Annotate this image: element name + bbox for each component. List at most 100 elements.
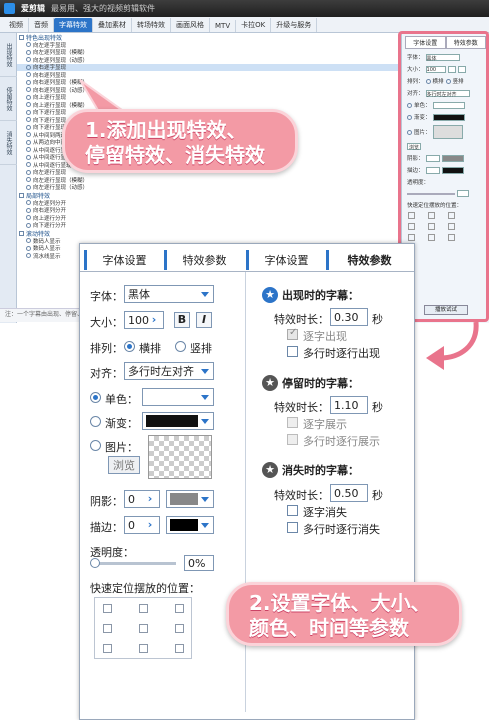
menu-upgrade[interactable]: 升级与服务 [271,18,318,32]
gradient-radio[interactable] [90,416,101,427]
position-cell[interactable] [175,604,184,613]
sec-unit: 秒 [372,313,383,326]
vertical-radio[interactable] [175,341,186,352]
stroke-arrow-icon[interactable]: › [144,519,156,531]
star-icon: ★ [262,287,278,303]
shadow-arrow-icon[interactable]: › [144,493,156,505]
vanish-char-checkbox[interactable] [287,505,298,516]
list-group-header[interactable]: 滚动特效 [17,229,401,238]
appear-line-label: 多行时逐行出现 [303,347,380,360]
appear-char-checkbox[interactable] [287,327,298,340]
radio-icon [26,222,31,228]
appear-section-title: ★ 出现时的字幕： [262,287,359,303]
stay-duration-label: 特效时长： [274,401,329,414]
opacity-slider[interactable] [92,562,176,565]
radio-icon [26,64,31,70]
tab-font-settings-2[interactable]: 字体设置 [246,250,324,270]
tab-font-settings[interactable]: 字体设置 [84,250,162,270]
radio-icon [26,169,31,175]
sec-unit: 秒 [372,401,383,414]
shadow-color-select[interactable] [166,490,214,508]
appear-char-label: 逐字出现 [303,330,347,343]
menu-mtv[interactable]: MTV [210,20,237,32]
star-icon: ★ [262,375,278,391]
list-item[interactable]: 向下逐行分开 [17,222,401,229]
tab-effect-params-2[interactable]: 特效参数 [326,250,410,270]
radio-icon [26,207,31,213]
italic-button[interactable]: I [196,312,212,328]
collapse-icon [19,192,24,198]
radio-icon [26,72,31,78]
stay-duration-input[interactable]: 1.10 [330,396,368,414]
menu-subtitle-effects[interactable]: 字幕特效 [54,18,93,32]
menu-karaoke[interactable]: 卡拉OK [236,18,272,32]
position-cell[interactable] [103,624,112,633]
font-select[interactable]: 黑体 [124,285,214,303]
radio-icon [26,215,31,221]
stroke-color-select[interactable] [166,516,214,534]
tab-appear[interactable]: 出现特效 [0,33,17,77]
list-item[interactable]: 向左逐列显现（动感） [17,56,401,64]
list-item[interactable]: 向左逐行显现（动感） [17,184,401,191]
bold-button[interactable]: B [174,312,190,328]
align-select[interactable]: 多行时左对齐 [124,362,214,380]
menu-transition[interactable]: 转场特效 [132,18,171,32]
menu-video[interactable]: 视频 [4,18,29,32]
curved-arrow-icon [426,321,479,370]
vertical-label: 竖排 [190,342,212,355]
menu-style[interactable]: 画面风格 [171,18,210,32]
vanish-duration-label: 特效时长： [274,489,329,502]
sec-unit: 秒 [372,489,383,502]
radio-icon [26,102,31,108]
list-item[interactable]: 向上逐行分开 [17,214,401,222]
radio-icon [26,132,31,138]
list-group-header[interactable]: 局部特效 [17,191,401,200]
size-arrow-icon[interactable]: › [148,314,160,326]
browse-button[interactable]: 浏览 [108,456,140,474]
position-cell[interactable] [139,624,148,633]
appear-line-checkbox[interactable] [287,346,298,357]
stay-char-checkbox[interactable] [287,417,298,428]
opacity-slider-handle[interactable] [90,558,100,568]
horizontal-radio[interactable] [124,341,135,352]
size-label: 大小： [90,316,123,329]
gradient-select[interactable] [142,412,214,430]
app-title: 爱剪辑 [21,4,45,13]
shadow-input[interactable]: 0 › [124,490,160,508]
collapse-icon [19,34,24,40]
radio-icon [26,79,31,85]
radio-icon [26,49,31,55]
vanish-line-checkbox[interactable] [287,522,298,533]
tab-effect-params[interactable]: 特效参数 [164,250,242,270]
position-cell[interactable] [139,604,148,613]
position-cell[interactable] [103,644,112,653]
image-radio[interactable] [90,440,101,451]
list-item[interactable]: 向左逐列分开 [17,199,401,207]
list-group-header[interactable]: 特色出现特效 [17,33,401,42]
horizontal-label: 横排 [139,342,161,355]
size-input[interactable]: 100 › [124,311,164,329]
single-color-select[interactable] [142,388,214,406]
tab-stay[interactable]: 停留特效 [0,77,17,121]
single-color-radio[interactable] [90,392,101,403]
stay-line-checkbox[interactable] [287,434,298,445]
radio-icon [26,184,31,190]
position-cell[interactable] [103,604,112,613]
radio-icon [26,94,31,100]
star-icon: ★ [262,462,278,478]
single-color-label: 单色： [105,393,138,406]
menu-overlay[interactable]: 叠加素材 [93,18,132,32]
position-cell[interactable] [139,644,148,653]
vanish-duration-input[interactable]: 0.50 [330,484,368,502]
position-cell[interactable] [175,644,184,653]
menu-audio[interactable]: 音频 [29,18,54,32]
radio-icon [26,139,31,145]
radio-icon [26,147,31,153]
list-item[interactable]: 向右逐列分开 [17,207,401,214]
opacity-input[interactable]: 0% [184,555,214,571]
vanish-char-label: 逐字消失 [303,506,347,519]
tab-vanish[interactable]: 消失特效 [0,121,17,165]
appear-duration-input[interactable]: 0.30 [330,308,368,326]
position-cell[interactable] [175,624,184,633]
stroke-input[interactable]: 0 › [124,516,160,534]
